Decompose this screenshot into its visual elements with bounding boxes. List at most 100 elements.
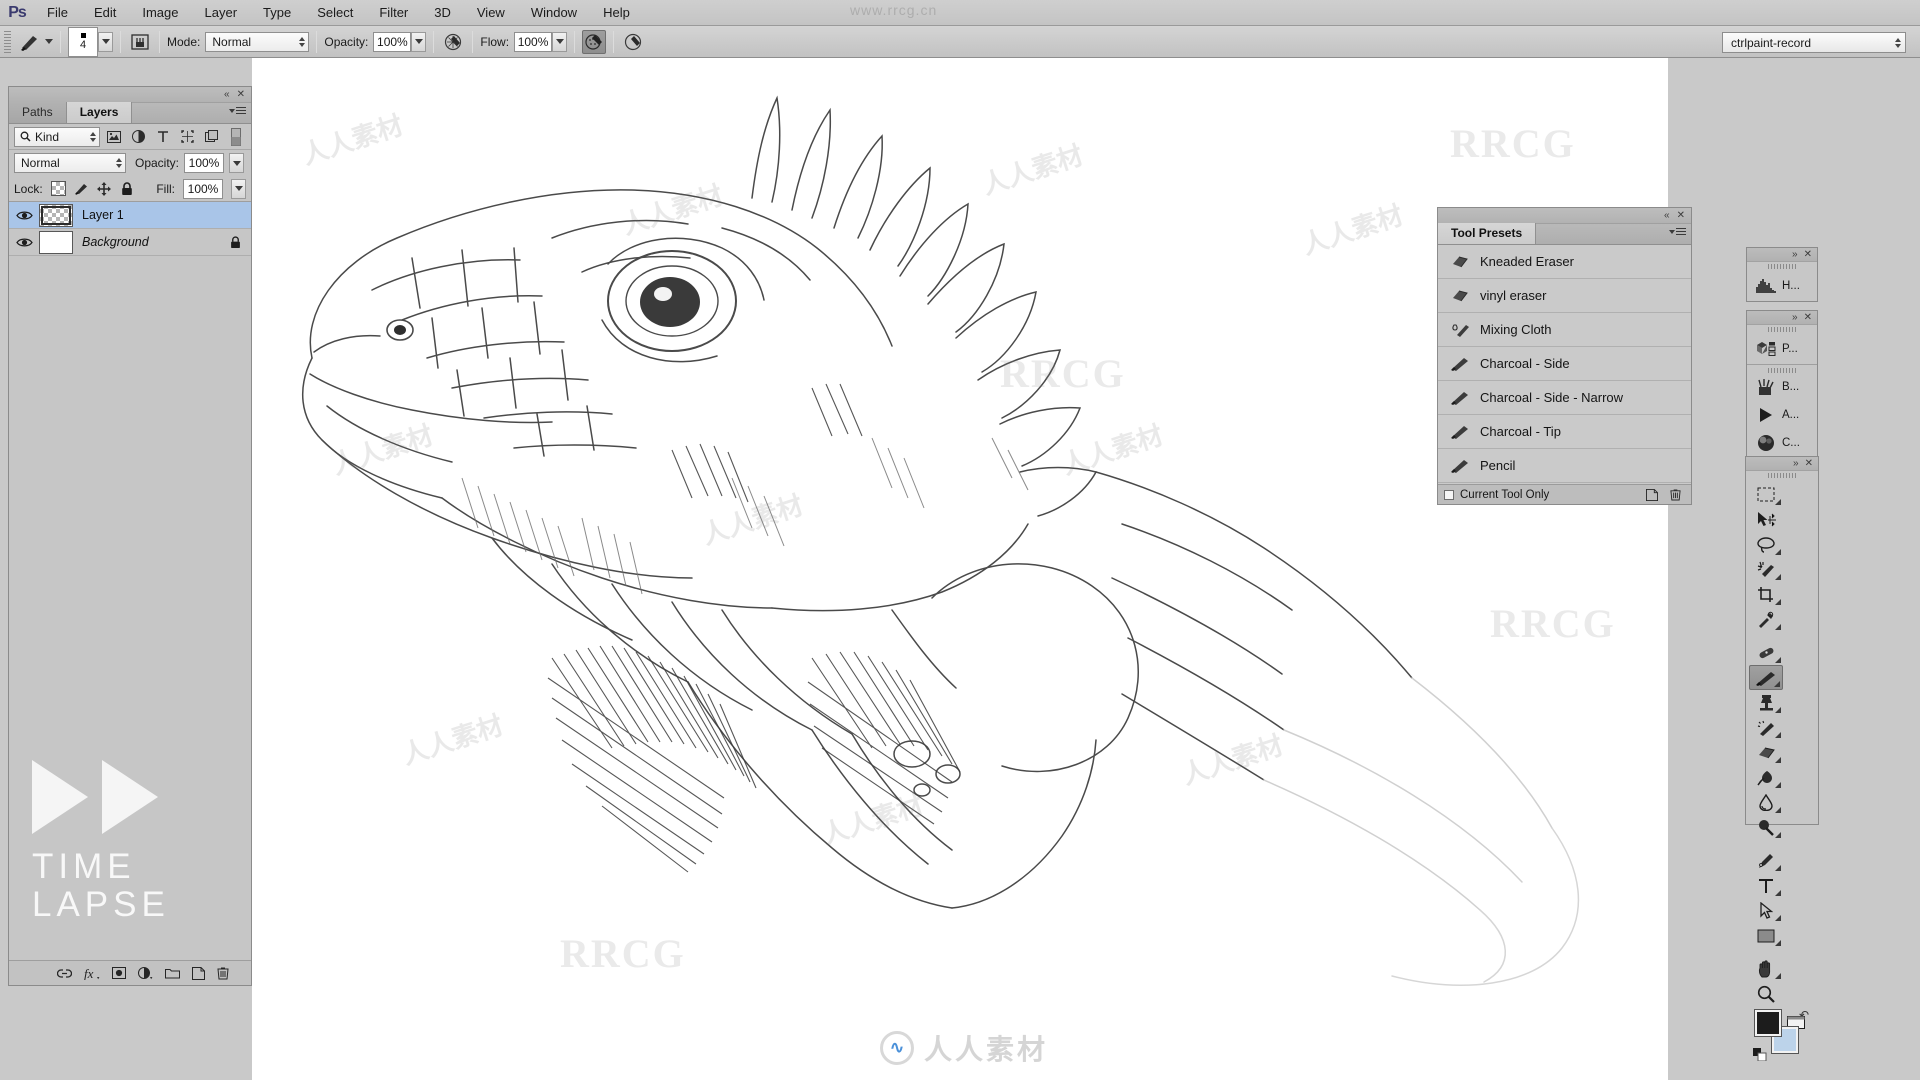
blend-mode-select[interactable]: Normal — [205, 32, 309, 52]
layer-blend-mode-select[interactable]: Normal — [14, 153, 126, 173]
menu-view[interactable]: View — [464, 0, 518, 26]
panel-button-brush[interactable]: B... — [1747, 373, 1817, 401]
menu-select[interactable]: Select — [304, 0, 366, 26]
panel-button-color[interactable]: C... — [1747, 429, 1817, 457]
lock-all-icon[interactable] — [120, 181, 135, 196]
tool-preset-item[interactable]: Charcoal - Side - Narrow — [1438, 381, 1691, 415]
eraser-tool[interactable] — [1749, 740, 1783, 765]
menu-file[interactable]: File — [34, 0, 81, 26]
foreground-color-swatch[interactable] — [1755, 1010, 1781, 1036]
tool-presets-panel-menu-icon[interactable] — [1669, 228, 1686, 235]
smart-object-filter-icon[interactable] — [201, 127, 221, 147]
panel-button-histogram[interactable]: H... — [1747, 271, 1817, 301]
brush-preset-icon[interactable] — [17, 30, 45, 54]
shape-layer-filter-icon[interactable] — [177, 127, 197, 147]
tab-paths[interactable]: Paths — [9, 102, 67, 123]
filter-kind-select[interactable]: Kind — [14, 127, 100, 147]
panel-button-actions[interactable]: A... — [1747, 401, 1817, 429]
close-icon[interactable]: ✕ — [237, 90, 245, 100]
lasso-tool[interactable] — [1749, 532, 1783, 557]
layers-panel-menu-icon[interactable] — [229, 107, 246, 114]
layer-opacity-dropdown[interactable] — [229, 153, 244, 173]
crop-tool[interactable] — [1749, 582, 1783, 607]
lock-transparency-icon[interactable] — [51, 181, 66, 196]
tab-tool-presets[interactable]: Tool Presets — [1438, 223, 1536, 244]
layer-name[interactable]: Background — [77, 235, 224, 249]
menu-layer[interactable]: Layer — [192, 0, 251, 26]
quick-selection-tool[interactable] — [1749, 557, 1783, 582]
menu-image[interactable]: Image — [129, 0, 191, 26]
layer-opacity-input[interactable]: 100% — [184, 153, 224, 173]
collapse-panel-icon[interactable]: « — [224, 90, 230, 100]
opacity-input[interactable]: 100% — [373, 32, 411, 52]
pressure-opacity-icon[interactable] — [441, 30, 465, 54]
layer-style-fx-icon[interactable]: fx — [84, 966, 100, 980]
tool-preset-item[interactable]: Charcoal - Side — [1438, 347, 1691, 381]
brush-size-dropdown[interactable] — [98, 32, 113, 52]
type-tool[interactable] — [1749, 873, 1783, 898]
panel-button-properties[interactable]: P... — [1747, 334, 1817, 364]
layer-visibility-icon[interactable] — [13, 210, 35, 221]
close-icon[interactable]: ✕ — [1805, 459, 1813, 469]
rectangular-marquee-tool[interactable] — [1749, 482, 1783, 507]
menu-type[interactable]: Type — [250, 0, 304, 26]
healing-brush-tool[interactable] — [1749, 640, 1783, 665]
link-layers-icon[interactable] — [57, 968, 72, 979]
eyedropper-tool[interactable] — [1749, 607, 1783, 632]
zoom-tool[interactable] — [1749, 981, 1783, 1006]
tool-preset-item[interactable]: Mixing Cloth — [1438, 313, 1691, 347]
current-tool-only-checkbox[interactable] — [1444, 490, 1454, 500]
clone-stamp-tool[interactable] — [1749, 690, 1783, 715]
airbrush-icon[interactable] — [582, 30, 606, 54]
panel-grip[interactable] — [1747, 364, 1817, 373]
rectangle-tool[interactable] — [1749, 923, 1783, 948]
default-colors-icon[interactable] — [1753, 1048, 1767, 1061]
delete-layer-icon[interactable] — [217, 966, 229, 980]
panel-grip[interactable] — [1747, 262, 1817, 271]
new-layer-icon[interactable] — [192, 967, 205, 980]
pen-tool[interactable] — [1749, 848, 1783, 873]
hand-tool[interactable] — [1749, 956, 1783, 981]
adjustment-layer-filter-icon[interactable] — [128, 127, 148, 147]
close-icon[interactable]: ✕ — [1804, 250, 1812, 260]
brush-size-indicator[interactable]: 4 — [68, 27, 98, 57]
toolbar-grip[interactable] — [1746, 471, 1818, 480]
layer-thumbnail[interactable] — [39, 231, 73, 254]
expand-panel-icon[interactable]: » — [1792, 313, 1798, 323]
close-icon[interactable]: ✕ — [1677, 211, 1685, 221]
layer-row[interactable]: Layer 1 — [9, 202, 251, 229]
expand-panel-icon[interactable]: » — [1793, 459, 1799, 469]
tool-preset-item[interactable]: Charcoal - Tip — [1438, 415, 1691, 449]
brush-panel-toggle-icon[interactable] — [128, 30, 152, 54]
filter-toggle-icon[interactable] — [226, 127, 246, 147]
tool-preset-item[interactable]: Pencil — [1438, 449, 1691, 483]
expand-panel-icon[interactable]: » — [1792, 250, 1798, 260]
tool-preset-item[interactable]: vinyl eraser — [1438, 279, 1691, 313]
menu-filter[interactable]: Filter — [366, 0, 421, 26]
menu-3d[interactable]: 3D — [421, 0, 464, 26]
path-selection-tool[interactable] — [1749, 898, 1783, 923]
new-adjustment-layer-icon[interactable] — [138, 967, 153, 980]
layer-row[interactable]: Background — [9, 229, 251, 256]
fill-dropdown[interactable] — [231, 179, 246, 199]
gradient-tool[interactable] — [1749, 765, 1783, 790]
trash-icon[interactable] — [1670, 488, 1681, 501]
tool-preset-item[interactable]: Kneaded Eraser — [1438, 245, 1691, 279]
opacity-dropdown[interactable] — [411, 32, 426, 52]
collapse-panel-icon[interactable]: « — [1664, 211, 1670, 221]
swap-colors-icon[interactable]: ↶ — [1799, 1008, 1809, 1022]
lock-position-icon[interactable] — [97, 181, 112, 196]
move-tool[interactable] — [1749, 507, 1783, 532]
layer-thumbnail[interactable] — [39, 204, 73, 227]
pixel-layer-filter-icon[interactable] — [104, 127, 124, 147]
layer-name[interactable]: Layer 1 — [77, 208, 251, 222]
history-brush-tool[interactable] — [1749, 715, 1783, 740]
new-preset-icon[interactable] — [1646, 489, 1658, 501]
fill-input[interactable]: 100% — [183, 179, 223, 199]
pressure-size-icon[interactable] — [621, 30, 645, 54]
layer-visibility-icon[interactable] — [13, 237, 35, 248]
blur-tool[interactable] — [1749, 790, 1783, 815]
flow-input[interactable]: 100% — [514, 32, 552, 52]
lock-image-icon[interactable] — [74, 181, 89, 196]
brush-tool[interactable] — [1749, 665, 1783, 690]
